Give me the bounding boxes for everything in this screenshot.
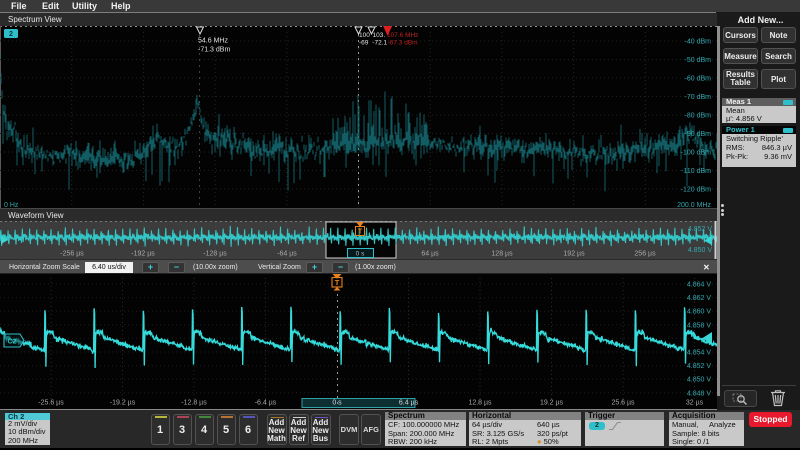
svg-text:T: T [335, 278, 340, 287]
svg-text:19.2 µs: 19.2 µs [540, 400, 564, 407]
svg-text:-72.1: -72.1 [372, 39, 387, 46]
svg-text:-192 µs: -192 µs [131, 251, 155, 258]
svg-text:-69: -69 [359, 39, 369, 46]
svg-text:0 s: 0 s [332, 400, 342, 407]
svg-text:4.852 V: 4.852 V [688, 226, 712, 233]
svg-text:-19.2 µs: -19.2 µs [110, 400, 136, 407]
svg-text:54.6 MHz: 54.6 MHz [198, 38, 228, 45]
svg-text:103.: 103. [373, 32, 386, 39]
svg-text:0 s: 0 s [356, 251, 365, 258]
svg-text:4.862 V: 4.862 V [687, 295, 711, 302]
svg-text:T: T [358, 229, 363, 236]
svg-text:-120 dBm: -120 dBm [681, 187, 712, 194]
svg-text:25.6 µs: 25.6 µs [611, 400, 635, 407]
svg-text:12.8 µs: 12.8 µs [468, 400, 492, 407]
svg-text:-110 dBm: -110 dBm [681, 168, 711, 175]
svg-text:-256 µs: -256 µs [60, 251, 84, 258]
svg-text:-12.8 µs: -12.8 µs [181, 400, 207, 407]
svg-text:-67.3 dBm: -67.3 dBm [388, 39, 418, 46]
svg-text:-90 dBm: -90 dBm [685, 131, 712, 138]
svg-text:107.6 MHz: 107.6 MHz [387, 32, 418, 39]
svg-text:4.850 V: 4.850 V [687, 377, 711, 384]
svg-text:100: 100 [359, 32, 370, 39]
svg-text:-128 µs: -128 µs [203, 251, 227, 258]
svg-text:4.860 V: 4.860 V [687, 309, 711, 316]
svg-text:6.4 µs: 6.4 µs [399, 400, 419, 407]
svg-text:192 µs: 192 µs [563, 251, 585, 258]
svg-text:-60 dBm: -60 dBm [685, 76, 712, 83]
svg-text:-100 dBm: -100 dBm [681, 150, 712, 157]
svg-text:-70 dBm: -70 dBm [685, 94, 712, 101]
svg-text:-40 dBm: -40 dBm [685, 39, 712, 46]
svg-text:4.850 V: 4.850 V [688, 247, 712, 254]
svg-text:32 µs: 32 µs [686, 400, 704, 407]
svg-text:-25.6 µs: -25.6 µs [38, 400, 64, 407]
svg-text:C2: C2 [8, 339, 17, 346]
svg-text:4.852 V: 4.852 V [687, 363, 711, 370]
svg-text:256 µs: 256 µs [634, 251, 656, 258]
svg-text:64 µs: 64 µs [421, 251, 439, 258]
svg-text:128 µs: 128 µs [491, 251, 513, 258]
svg-text:4.858 V: 4.858 V [687, 322, 711, 329]
svg-text:-64 µs: -64 µs [277, 251, 297, 258]
svg-text:-6.4 µs: -6.4 µs [255, 400, 277, 407]
svg-text:-71.3 dBm: -71.3 dBm [198, 47, 230, 54]
svg-text:4.848 V: 4.848 V [687, 390, 711, 397]
svg-text:2: 2 [9, 31, 13, 38]
svg-text:4.864 V: 4.864 V [687, 282, 711, 289]
svg-text:4.854 V: 4.854 V [687, 350, 711, 357]
svg-text:-80 dBm: -80 dBm [685, 113, 712, 120]
svg-text:-50 dBm: -50 dBm [685, 57, 712, 64]
